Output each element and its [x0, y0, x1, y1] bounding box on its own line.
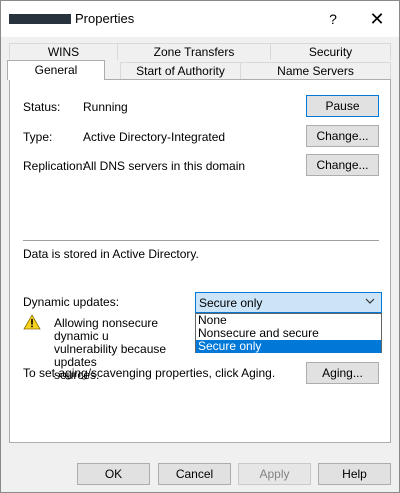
type-label: Type:: [23, 130, 53, 144]
dynamic-updates-label: Dynamic updates:: [23, 295, 120, 309]
window-title: Properties: [75, 11, 135, 26]
help-button[interactable]: Help: [318, 463, 391, 485]
dynamic-updates-dropdown-list: None Nonsecure and secure Secure only: [195, 313, 382, 353]
warning-line-1: Allowing nonsecure dynamic u: [54, 316, 159, 343]
pause-button[interactable]: Pause: [306, 95, 379, 117]
warning-icon: [23, 314, 41, 330]
dns-properties-dialog: Properties ? ✕ WINS Zone Transfers Secur…: [0, 0, 400, 493]
dynamic-updates-select[interactable]: Secure only: [195, 292, 382, 313]
tab-wins[interactable]: WINS: [9, 43, 118, 60]
status-value: Running: [83, 100, 128, 114]
general-tab-panel: Status: Running Pause Type: Active Direc…: [9, 79, 391, 443]
redacted-zone-name: [9, 14, 71, 24]
replication-value: All DNS servers in this domain: [83, 159, 246, 173]
tab-zone-transfers[interactable]: Zone Transfers: [117, 43, 271, 60]
title-bar: Properties ? ✕: [1, 1, 399, 37]
help-title-button[interactable]: ?: [319, 5, 347, 33]
option-secure-only[interactable]: Secure only: [196, 340, 381, 353]
storage-text: Data is stored in Active Directory.: [23, 247, 199, 261]
aging-button[interactable]: Aging...: [306, 362, 379, 384]
tab-soa[interactable]: Start of Authority (SOA): [120, 62, 241, 95]
cancel-button[interactable]: Cancel: [158, 463, 231, 485]
tab-general[interactable]: General: [7, 60, 105, 80]
status-label: Status:: [23, 100, 61, 114]
type-change-button[interactable]: Change...: [306, 125, 379, 147]
section-divider: [23, 240, 379, 241]
dialog-client-area: WINS Zone Transfers Security Start of Au…: [1, 37, 399, 492]
apply-button[interactable]: Apply: [238, 463, 311, 485]
ok-button[interactable]: OK: [77, 463, 150, 485]
close-button[interactable]: ✕: [363, 5, 391, 33]
tab-security[interactable]: Security: [270, 43, 391, 60]
aging-text: To set aging/scavenging properties, clic…: [23, 366, 276, 380]
tab-name-servers[interactable]: Name Servers: [240, 62, 391, 79]
dynamic-updates-selected-value: Secure only: [199, 296, 263, 310]
type-value: Active Directory-Integrated: [83, 130, 226, 144]
replication-change-button[interactable]: Change...: [306, 154, 379, 176]
chevron-down-icon: [364, 295, 376, 310]
replication-label: Replication:: [23, 159, 86, 173]
